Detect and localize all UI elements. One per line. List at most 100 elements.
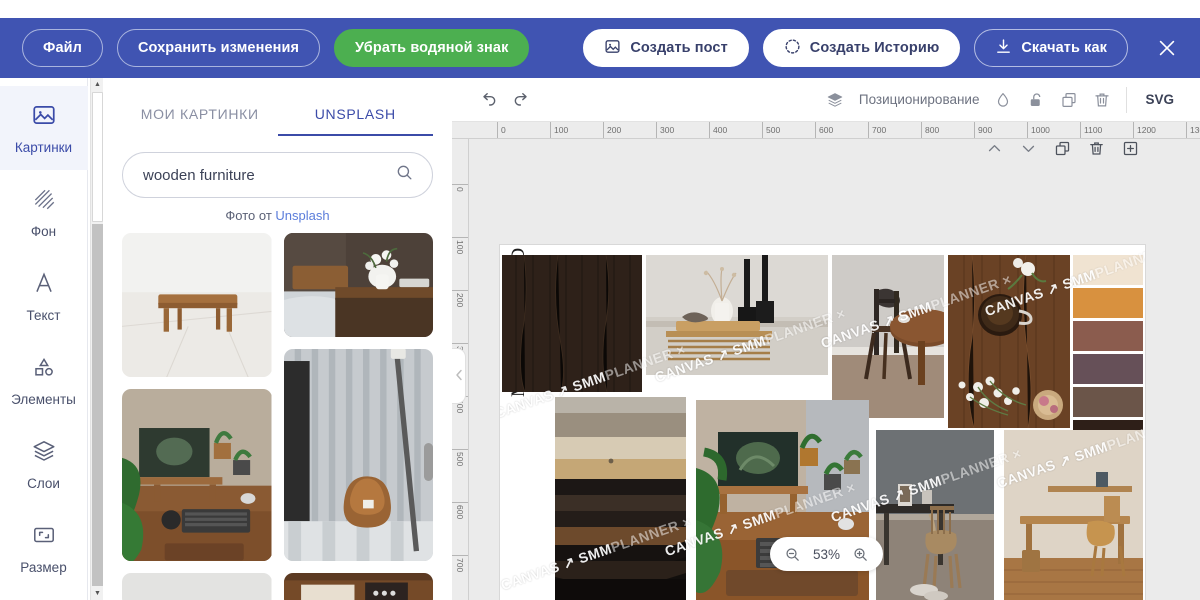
- positioning-label[interactable]: Позиционирование: [859, 92, 980, 107]
- top-toolbar: Файл Сохранить изменения Убрать водяной …: [0, 18, 1200, 78]
- app-root: Файл Сохранить изменения Убрать водяной …: [0, 0, 1200, 600]
- scrollbar-thumb[interactable]: [92, 92, 103, 222]
- thumbnail-wooden-stool-striped-wall[interactable]: [283, 349, 433, 561]
- photo-stacked-canvas-frames[interactable]: [555, 397, 686, 600]
- image-icon: [604, 38, 621, 59]
- canvas-toolbar-left: [452, 90, 532, 110]
- scrollbar-thumb[interactable]: [424, 443, 433, 481]
- unsplash-link[interactable]: Unsplash: [275, 208, 329, 223]
- photo-wooden-table-beige-wall[interactable]: [1004, 430, 1143, 600]
- sidebar-item-background[interactable]: Фон: [0, 170, 88, 254]
- remove-watermark-label: Убрать водяной знак: [355, 40, 509, 56]
- close-icon[interactable]: [1152, 33, 1182, 63]
- photo-wooden-chair-and-round-table[interactable]: [832, 255, 958, 418]
- credit-prefix: Фото от: [225, 208, 276, 223]
- element-float-toolbar: [986, 140, 1139, 157]
- ruler-tick-h: 1200: [1133, 122, 1156, 138]
- file-button[interactable]: Файл: [22, 29, 103, 67]
- thumbnail-grid: [104, 233, 451, 600]
- tab-unsplash[interactable]: UNSPLASH: [277, 96, 433, 136]
- photo-vase-and-black-candlesticks[interactable]: [646, 255, 828, 375]
- search-icon[interactable]: [395, 163, 414, 187]
- thumbnail-dark-wood-shelf[interactable]: [283, 573, 433, 600]
- zoom-value: 53%: [812, 546, 841, 562]
- sidebar-item-size[interactable]: Размер: [0, 506, 88, 590]
- duplicate-icon[interactable]: [1054, 140, 1071, 157]
- ruler-tick-h: 1300: [1186, 122, 1200, 138]
- thumbnail-light-gray-interior[interactable]: [122, 573, 272, 600]
- duplicate-icon[interactable]: [1060, 91, 1078, 109]
- undo-icon[interactable]: [478, 90, 498, 110]
- text-a-icon: [31, 270, 57, 301]
- top-toolbar-right-group: Создать пост Создать Историю Скачать как: [583, 29, 1200, 67]
- resize-icon: [31, 522, 57, 553]
- ruler-tick-h: 800: [921, 122, 939, 138]
- ruler-tick-h: 600: [815, 122, 833, 138]
- format-label[interactable]: SVG: [1126, 86, 1186, 113]
- horizontal-ruler: 0 100 200 300 400 500 600 700 800 900 1000 1100 1200…: [452, 122, 1200, 139]
- panel-collapse-handle[interactable]: [452, 348, 466, 404]
- color-swatch-4[interactable]: [1073, 387, 1143, 417]
- layers-icon[interactable]: [826, 91, 844, 109]
- scrollbar-track[interactable]: [92, 224, 103, 586]
- sidebar-item-text[interactable]: Текст: [0, 254, 88, 338]
- color-swatch-1[interactable]: [1073, 288, 1143, 318]
- thumbnail-column-left: [122, 233, 272, 600]
- create-story-button[interactable]: Создать Историю: [762, 29, 961, 67]
- photo-desk-and-spindle-chair[interactable]: [876, 430, 994, 600]
- sidebar-item-layers[interactable]: Слои: [0, 422, 88, 506]
- scroll-down-arrow-icon[interactable]: ▼: [91, 587, 104, 600]
- unsplash-credit: Фото от Unsplash: [104, 198, 451, 233]
- download-as-label: Скачать как: [1021, 40, 1107, 56]
- scroll-up-arrow-icon[interactable]: ▲: [91, 78, 104, 91]
- sidebar-item-label: Размер: [20, 559, 67, 575]
- photo-flowers-on-dark-wood-table[interactable]: [948, 254, 1070, 429]
- thumbnail-wooden-bench-white-room[interactable]: [122, 233, 272, 377]
- thumbnail-desk-setup-with-plants[interactable]: [122, 389, 272, 561]
- redo-icon[interactable]: [512, 90, 532, 110]
- zoom-in-icon[interactable]: [852, 546, 869, 563]
- trash-icon[interactable]: [1093, 91, 1111, 109]
- panel-scrollbar[interactable]: [424, 78, 435, 600]
- zoom-out-icon[interactable]: [784, 546, 801, 563]
- trash-icon[interactable]: [1088, 140, 1105, 157]
- color-swatch-0[interactable]: [1073, 255, 1143, 285]
- ruler-tick-h: 300: [656, 122, 674, 138]
- ruler-tick-v: 100: [452, 237, 468, 254]
- tab-my-images[interactable]: МОИ КАРТИНКИ: [122, 96, 278, 136]
- sidebar-item-elements[interactable]: Элементы: [0, 338, 88, 422]
- story-circle-icon: [784, 38, 801, 59]
- ruler-tick-h: 1100: [1080, 122, 1102, 138]
- chevron-left-icon: [455, 369, 463, 384]
- download-icon: [995, 38, 1012, 59]
- ruler-tick-v: 200: [452, 290, 468, 307]
- plus-square-icon[interactable]: [1122, 140, 1139, 157]
- sidebar-item-images[interactable]: Картинки: [0, 86, 88, 170]
- search-input[interactable]: [143, 166, 395, 184]
- canvas-stage[interactable]: MOOD BOARD: [469, 139, 1200, 600]
- sidebar-item-label: Элементы: [11, 391, 76, 407]
- ruler-tick-h: 900: [974, 122, 992, 138]
- rail-scrollbar[interactable]: ▲ ▼: [90, 78, 103, 600]
- sidebar-item-label: Слои: [27, 475, 60, 491]
- thumbnail-nightstand-with-white-flowers[interactable]: [283, 233, 433, 337]
- droplet-icon[interactable]: [994, 91, 1012, 109]
- save-changes-button[interactable]: Сохранить изменения: [116, 29, 321, 67]
- remove-watermark-button[interactable]: Убрать водяной знак: [334, 29, 530, 67]
- photo-dark-wood-planks[interactable]: [502, 254, 642, 393]
- panel-tabs: МОИ КАРТИНКИ UNSPLASH: [104, 78, 451, 136]
- chevron-down-icon[interactable]: [1020, 140, 1037, 157]
- color-swatch-2[interactable]: [1073, 321, 1143, 351]
- canvas-area: Позиционирование SVG 0 100 200 300 400 5…: [452, 78, 1200, 600]
- search-box[interactable]: [122, 152, 433, 198]
- left-sidebar: Картинки Фон Текст Элементы Слои Размер: [0, 78, 88, 600]
- unlock-icon[interactable]: [1027, 91, 1045, 109]
- ruler-tick-v: 500: [452, 449, 468, 466]
- search-container: [104, 136, 451, 198]
- download-as-button[interactable]: Скачать как: [974, 29, 1128, 67]
- color-swatch-3[interactable]: [1073, 354, 1143, 384]
- chevron-up-icon[interactable]: [986, 140, 1003, 157]
- layers-icon: [31, 438, 57, 469]
- create-post-button[interactable]: Создать пост: [583, 29, 749, 67]
- image-icon: [31, 102, 57, 133]
